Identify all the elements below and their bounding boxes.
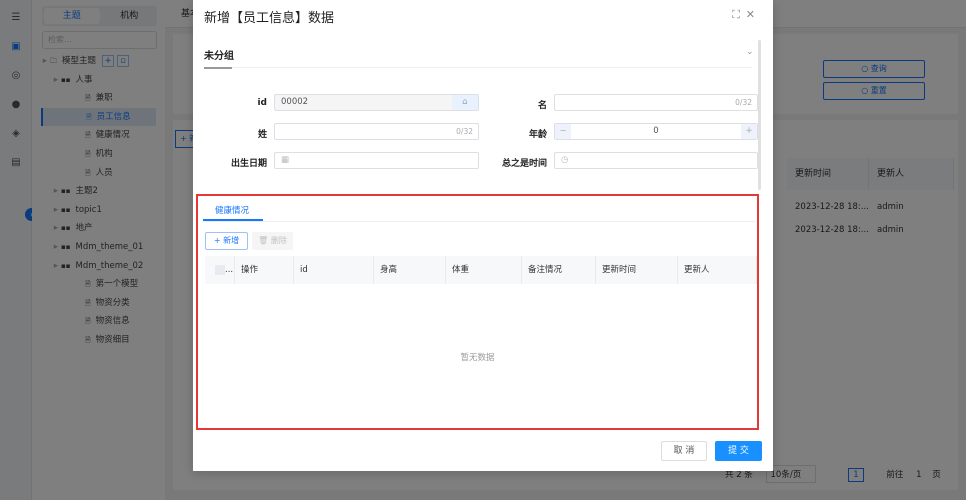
id-label: id (257, 98, 267, 108)
column-header: 身高 (374, 256, 446, 284)
age-value: 0 (653, 126, 659, 136)
maximize-icon[interactable]: ⛶ (732, 8, 746, 21)
empty-state: 暂无数据 (460, 353, 495, 363)
subtable-delete-button[interactable]: 🗑 删除 (252, 232, 293, 250)
column-header: id (294, 256, 374, 284)
age-label: 年龄 (528, 130, 547, 140)
xing-label: 姓 (257, 130, 267, 140)
health-subtable: 健康情况 + 新增 🗑 删除 ... 操作 id 身高 体重 备注情况 更新时间 更新人 暂无… (196, 194, 759, 430)
cancel-button[interactable]: 取 消 (661, 441, 707, 461)
column-header: 备注情况 (522, 256, 596, 284)
close-icon[interactable]: ✕ (746, 8, 761, 21)
ming-label: 名 (537, 101, 547, 111)
clock-icon: ◷ (561, 155, 569, 165)
time-picker[interactable]: ◷ (554, 152, 758, 169)
group-title: 未分组 (204, 51, 234, 62)
calendar-icon: ▦ (281, 155, 290, 165)
ming-field[interactable]: 0/32 (554, 94, 758, 111)
time-label: 总之是时间 (501, 159, 547, 169)
column-header: 更新时间 (596, 256, 678, 284)
column-header: 体重 (446, 256, 522, 284)
decrement-button[interactable]: − (555, 124, 571, 139)
id-value: 00002 (281, 97, 309, 107)
age-stepper[interactable]: − 0 + (554, 123, 758, 140)
chevron-down-icon[interactable]: ⌄ (746, 47, 754, 57)
char-counter: 0/32 (735, 98, 752, 107)
xing-field[interactable]: 0/32 (274, 123, 479, 140)
select-all-checkbox[interactable]: ... (205, 256, 235, 284)
id-field[interactable]: 00002 ⌂ (274, 94, 479, 111)
char-counter: 0/32 (456, 127, 473, 136)
column-header: 操作 (235, 256, 294, 284)
delete-label: 删除 (270, 236, 287, 245)
tab-health[interactable]: 健康情况 (215, 204, 249, 216)
increment-button[interactable]: + (741, 124, 757, 139)
add-data-dialog: 新增【员工信息】数据 ⛶✕ 未分组 ⌄ id 00002 ⌂ 名 0/32 姓 0… (193, 0, 773, 471)
trash-icon: 🗑 (258, 236, 269, 245)
dialog-title: 新增【员工信息】数据 (204, 11, 335, 26)
submit-button[interactable]: 提 交 (715, 441, 762, 461)
lock-icon[interactable]: ⌂ (452, 95, 478, 110)
subtable-add-button[interactable]: + 新增 (205, 232, 248, 250)
birth-date-picker[interactable]: ▦ (274, 152, 479, 169)
scrollbar[interactable] (758, 40, 761, 190)
column-header: 更新人 (678, 256, 757, 284)
birth-label: 出生日期 (230, 159, 267, 169)
